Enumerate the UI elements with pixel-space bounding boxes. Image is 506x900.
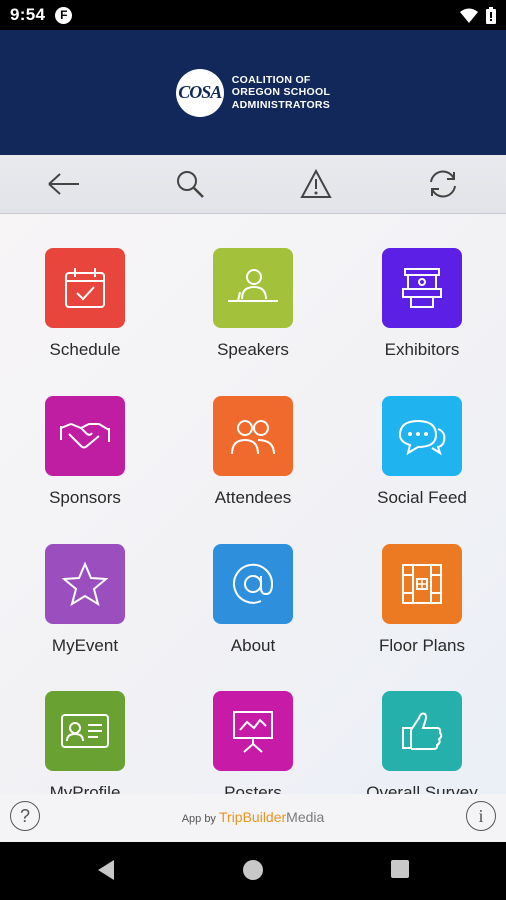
notification-icon: F: [55, 6, 73, 24]
tile-social-feed[interactable]: Social Feed: [347, 396, 497, 508]
app-credit[interactable]: App by TripBuilderMedia: [0, 809, 506, 825]
tile-label: Speakers: [217, 340, 289, 359]
tile-label: Social Feed: [377, 488, 467, 507]
tile-floor-plans[interactable]: Floor Plans: [347, 544, 497, 656]
tile-speakers-icon-box: [213, 248, 293, 328]
nav-recents-icon[interactable]: [390, 859, 410, 879]
id-card-icon: [61, 714, 109, 748]
booth-icon: [402, 268, 442, 308]
app-header: COSA COALITION OF OREGON SCHOOL ADMINIST…: [0, 30, 506, 155]
org-name: COALITION OF OREGON SCHOOL ADMINISTRATOR…: [232, 74, 330, 112]
brand-media: Media: [286, 809, 325, 825]
alerts-button[interactable]: [298, 167, 334, 201]
search-icon: [177, 171, 204, 198]
tile-schedule[interactable]: Schedule: [10, 248, 160, 360]
tile-label: Posters: [224, 783, 282, 794]
tile-overall-survey-icon-box: [382, 691, 462, 771]
speaker-podium-icon: [228, 269, 278, 302]
tile-sponsors-icon-box: [45, 396, 125, 476]
tile-exhibitors[interactable]: Exhibitors: [347, 248, 497, 360]
menu-grid: Schedule Speakers Exhibitors Sponsors At…: [0, 214, 506, 794]
refresh-button[interactable]: [425, 167, 461, 201]
tile-posters-icon-box: [213, 691, 293, 771]
tile-label: Floor Plans: [379, 636, 465, 655]
tile-speakers[interactable]: Speakers: [178, 248, 328, 360]
tile-myevent[interactable]: MyEvent: [10, 544, 160, 656]
app-by-label: App by: [181, 813, 216, 825]
tile-attendees[interactable]: Attendees: [178, 396, 328, 508]
at-sign-icon: [233, 563, 274, 604]
tile-label: Exhibitors: [384, 340, 460, 359]
search-button[interactable]: [172, 167, 208, 201]
org-line-2: OREGON SCHOOL: [231, 86, 331, 99]
info-button[interactable]: i: [466, 801, 496, 831]
tile-label: MyProfile: [49, 783, 121, 794]
logo-mark: COSA: [175, 68, 224, 117]
back-arrow-icon: [48, 173, 79, 195]
calendar-check-icon: [65, 268, 105, 308]
brand-tripbuilder: TripBuilder: [219, 809, 287, 825]
tile-label: About: [230, 636, 276, 655]
refresh-icon: [430, 170, 456, 198]
tile-myprofile-icon-box: [45, 691, 125, 771]
presentation-icon: [233, 711, 273, 753]
battery-icon: [486, 6, 496, 24]
chat-bubbles-icon: [398, 419, 446, 456]
status-time: 9:54: [10, 5, 46, 24]
alert-icon: [300, 169, 332, 198]
system-nav-bar: [0, 842, 506, 900]
org-line-3: ADMINISTRATORS: [231, 98, 331, 111]
status-bar: 9:54 F: [0, 0, 506, 30]
tile-label: Schedule: [49, 340, 121, 359]
tile-label: MyEvent: [51, 636, 119, 655]
tile-overall-survey[interactable]: Overall Survey: [347, 691, 497, 794]
tile-schedule-icon-box: [45, 248, 125, 328]
tile-attendees-icon-box: [213, 396, 293, 476]
tile-label: Sponsors: [49, 488, 121, 507]
thumbs-up-icon: [402, 712, 443, 750]
floor-plan-icon: [402, 564, 442, 604]
org-line-1: COALITION OF: [231, 73, 311, 86]
nav-back-icon[interactable]: [96, 859, 116, 881]
cosa-logo: COSA COALITION OF OREGON SCHOOL ADMINIST…: [175, 68, 330, 117]
tile-floor-plans-icon-box: [382, 544, 462, 624]
star-icon: [62, 561, 108, 607]
handshake-icon: [60, 422, 110, 449]
tile-exhibitors-icon-box: [382, 248, 462, 328]
tile-label: Attendees: [214, 488, 292, 507]
nav-home-icon[interactable]: [242, 859, 264, 881]
tile-myevent-icon-box: [45, 544, 125, 624]
tile-about-icon-box: [213, 544, 293, 624]
tile-posters[interactable]: Posters: [178, 691, 328, 794]
tile-sponsors[interactable]: Sponsors: [10, 396, 160, 508]
tile-social-feed-icon-box: [382, 396, 462, 476]
tile-myprofile[interactable]: MyProfile: [10, 691, 160, 794]
wifi-icon: [460, 8, 478, 23]
footer-bar: ? App by TripBuilderMedia i: [0, 794, 506, 842]
toolbar: [0, 155, 506, 214]
tile-label: Overall Survey: [366, 783, 478, 794]
tile-about[interactable]: About: [178, 544, 328, 656]
people-icon: [231, 420, 275, 455]
back-button[interactable]: [46, 167, 82, 201]
